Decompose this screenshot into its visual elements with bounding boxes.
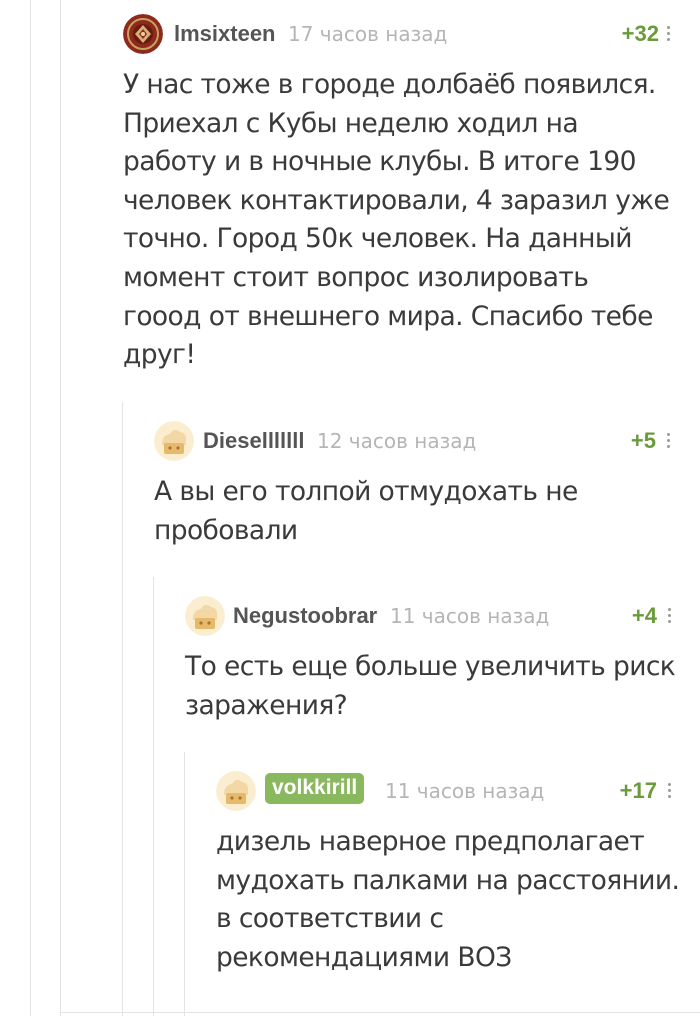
comment-text: дизель наверное предполагает мудохать па… [216, 826, 680, 973]
comment-text: У нас тоже в городе долбаёб появился. Пр… [123, 69, 670, 371]
comment-time-link[interactable]: 17 часов назад [288, 22, 447, 46]
thread-line-root[interactable] [30, 0, 31, 1016]
default-avatar-icon [185, 596, 225, 636]
comment-time-link[interactable]: 11 часов назад [385, 779, 544, 803]
avatar[interactable] [185, 596, 225, 636]
avatar[interactable] [216, 771, 256, 811]
comment-rating: +5 [630, 428, 656, 453]
comment-rating: +32 [621, 21, 659, 46]
avatar[interactable] [123, 14, 163, 54]
comment-header: volkkirill 11 часов назад +17 [216, 771, 672, 811]
default-avatar-icon [216, 771, 256, 811]
thread-line-level-4[interactable] [184, 752, 185, 1016]
username-link[interactable]: lmsixteen [174, 21, 276, 47]
comment-header: Negustoobrar 11 часов назад +4 [185, 596, 672, 636]
comment-text: А вы его толпой отмудохать не пробовали [154, 476, 578, 546]
comment-time-link[interactable]: 11 часов назад [390, 604, 549, 628]
comment-header: lmsixteen 17 часов назад +32 [123, 14, 671, 54]
username-link[interactable]: Negustoobrar [233, 603, 377, 629]
comment: Dieselllllll 12 часов назад +5 А вы его … [154, 421, 684, 561]
thread-end-divider [60, 1012, 700, 1013]
more-options-icon[interactable] [665, 780, 675, 800]
comment-time-link[interactable]: 12 часов назад [317, 429, 476, 453]
comment: lmsixteen 17 часов назад +32 У нас тоже … [123, 14, 683, 384]
thread-line-level-1[interactable] [60, 0, 61, 1016]
default-avatar-icon [154, 421, 194, 461]
thread-line-level-2[interactable] [122, 402, 123, 1016]
more-options-icon[interactable] [664, 430, 674, 450]
username-link[interactable]: Dieselllllll [203, 428, 305, 454]
author-badge-username-link[interactable]: volkkirill [265, 773, 365, 804]
more-options-icon[interactable] [665, 605, 675, 625]
comment-header: Dieselllllll 12 часов назад +5 [154, 421, 671, 461]
avatar[interactable] [154, 421, 194, 461]
comment-rating: +17 [619, 778, 657, 803]
comment-rating: +4 [631, 603, 657, 628]
comment: volkkirill 11 часов назад +17 дизель нав… [216, 771, 686, 991]
more-options-icon[interactable] [664, 23, 674, 43]
thread-line-level-3[interactable] [153, 577, 154, 1016]
comment: Negustoobrar 11 часов назад +4 То есть е… [185, 596, 685, 736]
ornament-avatar-icon [123, 14, 163, 54]
comment-text: То есть еще больше увеличить риск зараже… [185, 651, 676, 721]
comment-thread: lmsixteen 17 часов назад +32 У нас тоже … [0, 0, 700, 1016]
